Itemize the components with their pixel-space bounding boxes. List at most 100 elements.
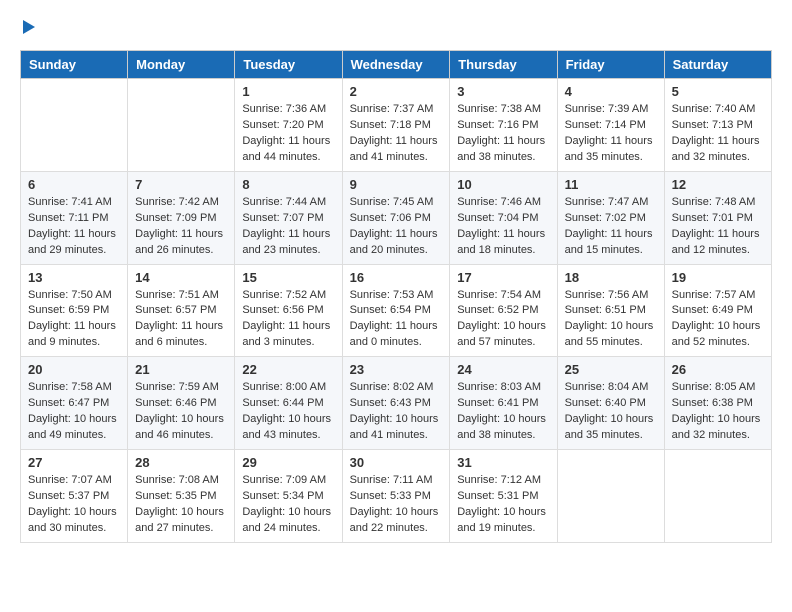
calendar-cell: 29 Sunrise: 7:09 AMSunset: 5:34 PMDayligh… <box>235 450 342 543</box>
weekday-header: Monday <box>128 51 235 79</box>
day-info: Sunrise: 7:54 AMSunset: 6:52 PMDaylight:… <box>457 288 549 352</box>
day-info: Sunrise: 7:11 AMSunset: 5:33 PMDaylight:… <box>350 473 443 537</box>
calendar-cell: 3 Sunrise: 7:38 AMSunset: 7:16 PMDaylight… <box>450 79 557 172</box>
day-number: 1 <box>242 84 334 99</box>
day-info: Sunrise: 8:00 AMSunset: 6:44 PMDaylight:… <box>242 380 334 444</box>
day-number: 29 <box>242 455 334 470</box>
day-info: Sunrise: 8:03 AMSunset: 6:41 PMDaylight:… <box>457 380 549 444</box>
day-info: Sunrise: 7:45 AMSunset: 7:06 PMDaylight:… <box>350 195 443 259</box>
day-number: 27 <box>28 455 120 470</box>
day-number: 8 <box>242 177 334 192</box>
day-info: Sunrise: 7:47 AMSunset: 7:02 PMDaylight:… <box>565 195 657 259</box>
day-info: Sunrise: 7:36 AMSunset: 7:20 PMDaylight:… <box>242 102 334 166</box>
day-info: Sunrise: 7:50 AMSunset: 6:59 PMDaylight:… <box>28 288 120 352</box>
day-info: Sunrise: 8:05 AMSunset: 6:38 PMDaylight:… <box>672 380 764 444</box>
calendar-cell <box>21 79 128 172</box>
day-number: 3 <box>457 84 549 99</box>
calendar-cell: 21 Sunrise: 7:59 AMSunset: 6:46 PMDayligh… <box>128 357 235 450</box>
calendar-cell: 22 Sunrise: 8:00 AMSunset: 6:44 PMDayligh… <box>235 357 342 450</box>
logo-arrow-icon <box>23 20 35 34</box>
day-number: 16 <box>350 270 443 285</box>
day-number: 21 <box>135 362 227 377</box>
calendar-cell: 7 Sunrise: 7:42 AMSunset: 7:09 PMDaylight… <box>128 171 235 264</box>
calendar-cell: 12Sunrise: 7:48 AMSunset: 7:01 PMDayligh… <box>664 171 771 264</box>
calendar-cell: 6Sunrise: 7:41 AMSunset: 7:11 PMDaylight… <box>21 171 128 264</box>
calendar-cell: 28 Sunrise: 7:08 AMSunset: 5:35 PMDayligh… <box>128 450 235 543</box>
day-info: Sunrise: 7:38 AMSunset: 7:16 PMDaylight:… <box>457 102 549 166</box>
day-info: Sunrise: 7:44 AMSunset: 7:07 PMDaylight:… <box>242 195 334 259</box>
calendar-cell: 9Sunrise: 7:45 AMSunset: 7:06 PMDaylight… <box>342 171 450 264</box>
weekday-header: Tuesday <box>235 51 342 79</box>
calendar-cell <box>557 450 664 543</box>
calendar-week-row: 1 Sunrise: 7:36 AMSunset: 7:20 PMDaylight… <box>21 79 772 172</box>
calendar-cell: 1 Sunrise: 7:36 AMSunset: 7:20 PMDaylight… <box>235 79 342 172</box>
calendar-cell: 10 Sunrise: 7:46 AMSunset: 7:04 PMDayligh… <box>450 171 557 264</box>
day-number: 11 <box>565 177 657 192</box>
day-number: 24 <box>457 362 549 377</box>
calendar-cell: 15Sunrise: 7:52 AMSunset: 6:56 PMDayligh… <box>235 264 342 357</box>
day-number: 13 <box>28 270 120 285</box>
day-number: 17 <box>457 270 549 285</box>
calendar-cell: 27 Sunrise: 7:07 AMSunset: 5:37 PMDayligh… <box>21 450 128 543</box>
day-info: Sunrise: 7:48 AMSunset: 7:01 PMDaylight:… <box>672 195 764 259</box>
day-info: Sunrise: 7:52 AMSunset: 6:56 PMDaylight:… <box>242 288 334 352</box>
calendar-cell: 18 Sunrise: 7:56 AMSunset: 6:51 PMDayligh… <box>557 264 664 357</box>
weekday-header: Saturday <box>664 51 771 79</box>
day-number: 18 <box>565 270 657 285</box>
day-info: Sunrise: 7:37 AMSunset: 7:18 PMDaylight:… <box>350 102 443 166</box>
day-info: Sunrise: 7:07 AMSunset: 5:37 PMDaylight:… <box>28 473 120 537</box>
calendar-week-row: 27 Sunrise: 7:07 AMSunset: 5:37 PMDayligh… <box>21 450 772 543</box>
day-info: Sunrise: 7:08 AMSunset: 5:35 PMDaylight:… <box>135 473 227 537</box>
calendar-cell: 25 Sunrise: 8:04 AMSunset: 6:40 PMDayligh… <box>557 357 664 450</box>
calendar-cell: 19Sunrise: 7:57 AMSunset: 6:49 PMDayligh… <box>664 264 771 357</box>
day-info: Sunrise: 7:56 AMSunset: 6:51 PMDaylight:… <box>565 288 657 352</box>
weekday-header: Friday <box>557 51 664 79</box>
day-info: Sunrise: 7:46 AMSunset: 7:04 PMDaylight:… <box>457 195 549 259</box>
calendar-cell <box>128 79 235 172</box>
calendar-body: 1 Sunrise: 7:36 AMSunset: 7:20 PMDaylight… <box>21 79 772 543</box>
day-info: Sunrise: 7:58 AMSunset: 6:47 PMDaylight:… <box>28 380 120 444</box>
day-number: 10 <box>457 177 549 192</box>
day-info: Sunrise: 7:59 AMSunset: 6:46 PMDaylight:… <box>135 380 227 444</box>
calendar-cell: 13 Sunrise: 7:50 AMSunset: 6:59 PMDayligh… <box>21 264 128 357</box>
logo <box>20 20 35 34</box>
day-number: 20 <box>28 362 120 377</box>
weekday-header: Wednesday <box>342 51 450 79</box>
day-number: 14 <box>135 270 227 285</box>
day-info: Sunrise: 7:09 AMSunset: 5:34 PMDaylight:… <box>242 473 334 537</box>
calendar-cell: 20 Sunrise: 7:58 AMSunset: 6:47 PMDayligh… <box>21 357 128 450</box>
calendar-week-row: 6Sunrise: 7:41 AMSunset: 7:11 PMDaylight… <box>21 171 772 264</box>
calendar-cell: 31Sunrise: 7:12 AMSunset: 5:31 PMDayligh… <box>450 450 557 543</box>
day-number: 2 <box>350 84 443 99</box>
day-number: 7 <box>135 177 227 192</box>
calendar-cell: 4Sunrise: 7:39 AMSunset: 7:14 PMDaylight… <box>557 79 664 172</box>
calendar-cell <box>664 450 771 543</box>
day-info: Sunrise: 8:02 AMSunset: 6:43 PMDaylight:… <box>350 380 443 444</box>
calendar-week-row: 13 Sunrise: 7:50 AMSunset: 6:59 PMDayligh… <box>21 264 772 357</box>
calendar-cell: 11 Sunrise: 7:47 AMSunset: 7:02 PMDayligh… <box>557 171 664 264</box>
calendar-header-row: SundayMondayTuesdayWednesdayThursdayFrid… <box>21 51 772 79</box>
calendar-cell: 2 Sunrise: 7:37 AMSunset: 7:18 PMDaylight… <box>342 79 450 172</box>
day-number: 26 <box>672 362 764 377</box>
calendar-cell: 5Sunrise: 7:40 AMSunset: 7:13 PMDaylight… <box>664 79 771 172</box>
day-info: Sunrise: 7:42 AMSunset: 7:09 PMDaylight:… <box>135 195 227 259</box>
calendar-cell: 30 Sunrise: 7:11 AMSunset: 5:33 PMDayligh… <box>342 450 450 543</box>
weekday-header: Sunday <box>21 51 128 79</box>
calendar-cell: 16 Sunrise: 7:53 AMSunset: 6:54 PMDayligh… <box>342 264 450 357</box>
day-number: 30 <box>350 455 443 470</box>
day-number: 4 <box>565 84 657 99</box>
day-number: 19 <box>672 270 764 285</box>
calendar-week-row: 20 Sunrise: 7:58 AMSunset: 6:47 PMDayligh… <box>21 357 772 450</box>
day-info: Sunrise: 7:41 AMSunset: 7:11 PMDaylight:… <box>28 195 120 259</box>
day-number: 22 <box>242 362 334 377</box>
day-info: Sunrise: 7:53 AMSunset: 6:54 PMDaylight:… <box>350 288 443 352</box>
calendar-cell: 23 Sunrise: 8:02 AMSunset: 6:43 PMDayligh… <box>342 357 450 450</box>
calendar-cell: 14Sunrise: 7:51 AMSunset: 6:57 PMDayligh… <box>128 264 235 357</box>
calendar-cell: 26 Sunrise: 8:05 AMSunset: 6:38 PMDayligh… <box>664 357 771 450</box>
calendar-table: SundayMondayTuesdayWednesdayThursdayFrid… <box>20 50 772 543</box>
day-info: Sunrise: 8:04 AMSunset: 6:40 PMDaylight:… <box>565 380 657 444</box>
day-number: 28 <box>135 455 227 470</box>
day-info: Sunrise: 7:40 AMSunset: 7:13 PMDaylight:… <box>672 102 764 166</box>
day-number: 25 <box>565 362 657 377</box>
day-number: 23 <box>350 362 443 377</box>
